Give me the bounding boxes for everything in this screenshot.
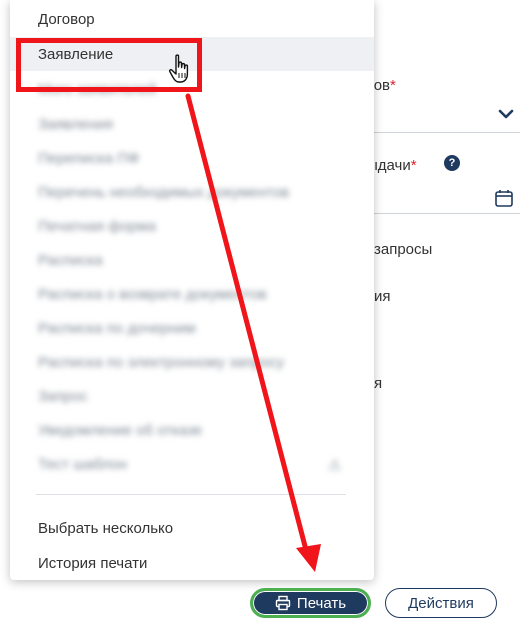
actions-button[interactable]: Действия xyxy=(385,588,497,618)
printer-icon xyxy=(275,595,291,611)
print-button[interactable]: Печать xyxy=(250,588,371,618)
actions-button-label: Действия xyxy=(408,594,474,612)
print-button-label: Печать xyxy=(296,594,347,612)
annotation-arrow xyxy=(185,93,321,572)
